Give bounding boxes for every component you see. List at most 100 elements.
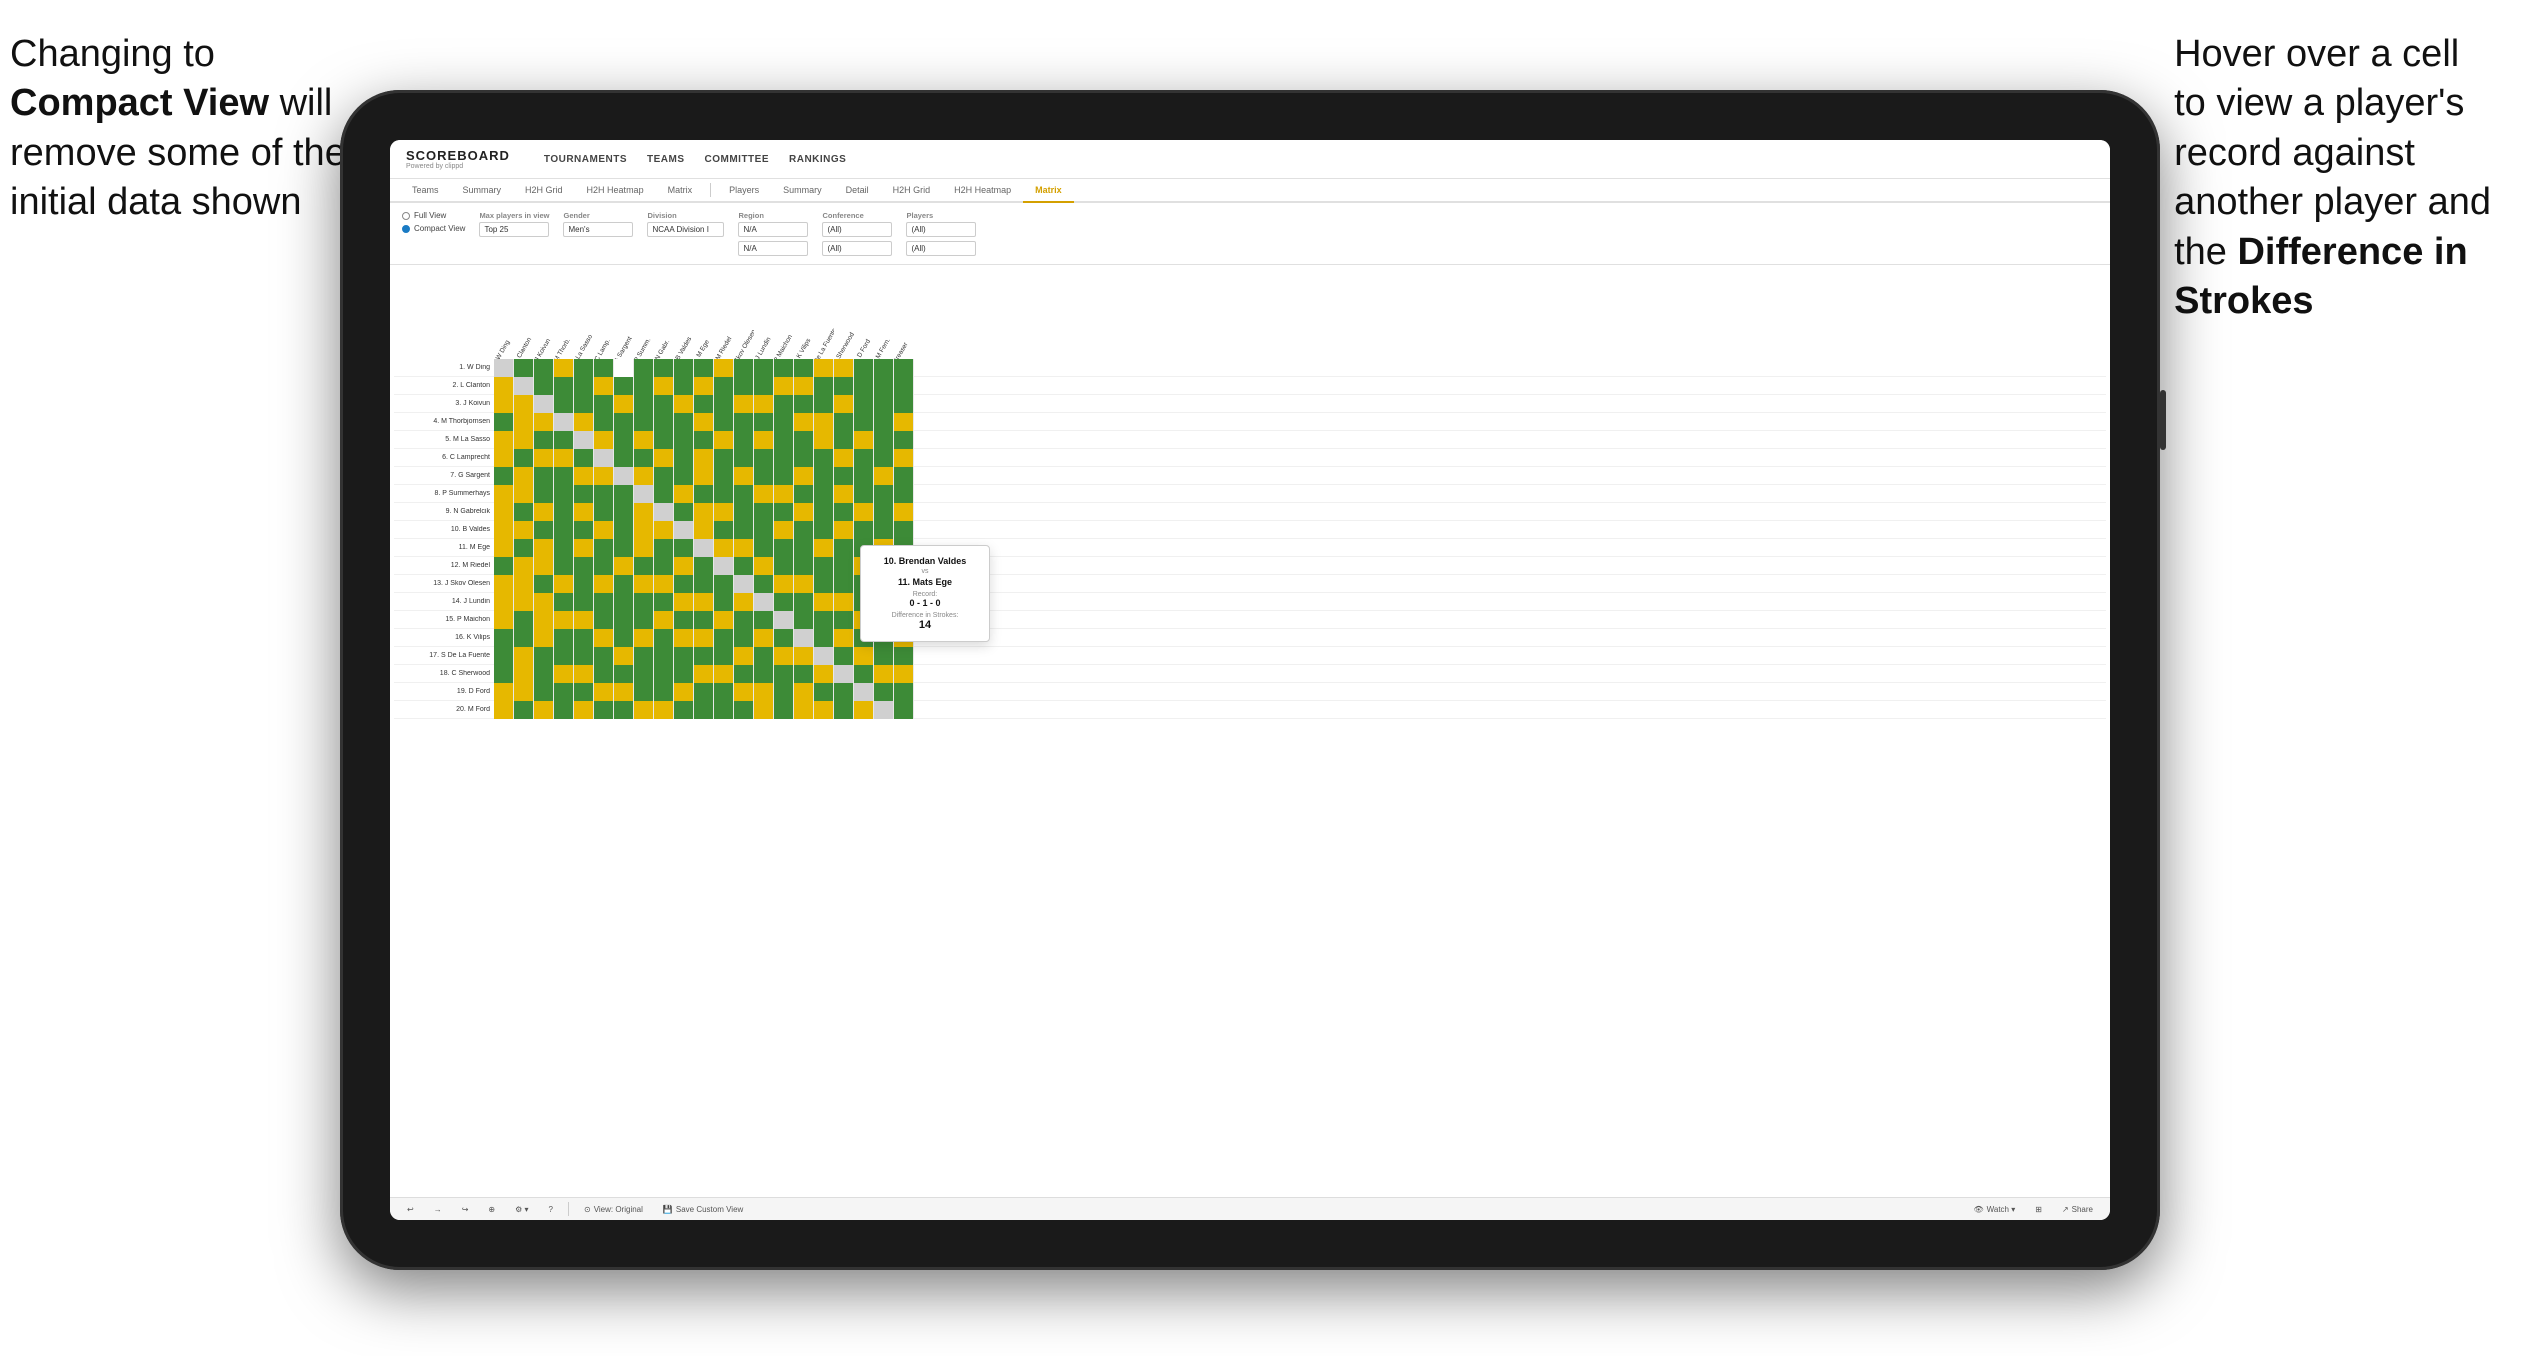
matrix-cell[interactable]: [854, 431, 874, 449]
tab-summary1[interactable]: Summary: [451, 179, 514, 203]
matrix-cell[interactable]: [754, 593, 774, 611]
tab-h2h-heatmap2[interactable]: H2H Heatmap: [942, 179, 1023, 203]
matrix-cell[interactable]: [514, 683, 534, 701]
matrix-cell[interactable]: [634, 503, 654, 521]
matrix-cell[interactable]: [754, 485, 774, 503]
matrix-cell[interactable]: [714, 611, 734, 629]
matrix-cell[interactable]: [534, 683, 554, 701]
matrix-cell[interactable]: [854, 395, 874, 413]
matrix-cell[interactable]: [734, 611, 754, 629]
matrix-cell[interactable]: [594, 701, 614, 719]
matrix-cell[interactable]: [554, 395, 574, 413]
matrix-cell[interactable]: [634, 485, 654, 503]
matrix-cell[interactable]: [714, 485, 734, 503]
matrix-cell[interactable]: [674, 611, 694, 629]
undo-button[interactable]: ↩: [402, 1203, 419, 1216]
matrix-cell[interactable]: [574, 503, 594, 521]
watch-button[interactable]: 👁 Watch ▾: [1968, 1203, 2020, 1216]
matrix-cell[interactable]: [814, 395, 834, 413]
matrix-cell[interactable]: [574, 683, 594, 701]
matrix-cell[interactable]: [694, 557, 714, 575]
matrix-cell[interactable]: [574, 449, 594, 467]
matrix-cell[interactable]: [794, 593, 814, 611]
matrix-cell[interactable]: [574, 701, 594, 719]
matrix-cell[interactable]: [594, 593, 614, 611]
matrix-cell[interactable]: [534, 593, 554, 611]
matrix-cell[interactable]: [754, 611, 774, 629]
matrix-cell[interactable]: [834, 647, 854, 665]
matrix-cell[interactable]: [674, 485, 694, 503]
matrix-cell[interactable]: [834, 359, 854, 377]
nav-rankings[interactable]: RANKINGS: [789, 154, 846, 165]
view-original-button[interactable]: ⊙ View: Original: [579, 1203, 648, 1216]
matrix-cell[interactable]: [834, 629, 854, 647]
matrix-cell[interactable]: [614, 611, 634, 629]
matrix-cell[interactable]: [874, 359, 894, 377]
matrix-cell[interactable]: [594, 467, 614, 485]
matrix-cell[interactable]: [674, 701, 694, 719]
matrix-cell[interactable]: [554, 467, 574, 485]
matrix-cell[interactable]: [814, 575, 834, 593]
matrix-cell[interactable]: [654, 683, 674, 701]
matrix-area[interactable]: 1. W Ding2. L Clanton3. J Koivun4. M Tho…: [390, 265, 2110, 1197]
matrix-cell[interactable]: [814, 593, 834, 611]
tab-summary2[interactable]: Summary: [771, 179, 834, 203]
matrix-cell[interactable]: [894, 521, 914, 539]
matrix-cell[interactable]: [554, 449, 574, 467]
matrix-cell[interactable]: [774, 593, 794, 611]
matrix-cell[interactable]: [814, 449, 834, 467]
matrix-cell[interactable]: [834, 665, 854, 683]
matrix-cell[interactable]: [634, 647, 654, 665]
matrix-cell[interactable]: [754, 701, 774, 719]
matrix-cell[interactable]: [514, 431, 534, 449]
matrix-cell[interactable]: [834, 395, 854, 413]
matrix-cell[interactable]: [614, 431, 634, 449]
matrix-cell[interactable]: [814, 557, 834, 575]
matrix-cell[interactable]: [794, 485, 814, 503]
matrix-cell[interactable]: [714, 359, 734, 377]
matrix-cell[interactable]: [734, 701, 754, 719]
matrix-cell[interactable]: [594, 377, 614, 395]
matrix-cell[interactable]: [494, 611, 514, 629]
matrix-cell[interactable]: [714, 575, 734, 593]
matrix-cell[interactable]: [894, 503, 914, 521]
matrix-cell[interactable]: [514, 485, 534, 503]
matrix-cell[interactable]: [794, 539, 814, 557]
matrix-cell[interactable]: [734, 377, 754, 395]
matrix-cell[interactable]: [574, 359, 594, 377]
matrix-cell[interactable]: [894, 449, 914, 467]
matrix-cell[interactable]: [574, 665, 594, 683]
matrix-cell[interactable]: [854, 359, 874, 377]
matrix-cell[interactable]: [754, 665, 774, 683]
matrix-cell[interactable]: [674, 683, 694, 701]
matrix-cell[interactable]: [594, 503, 614, 521]
matrix-cell[interactable]: [874, 431, 894, 449]
matrix-cell[interactable]: [614, 449, 634, 467]
matrix-cell[interactable]: [514, 503, 534, 521]
matrix-cell[interactable]: [614, 647, 634, 665]
matrix-cell[interactable]: [674, 647, 694, 665]
matrix-cell[interactable]: [694, 503, 714, 521]
matrix-cell[interactable]: [634, 377, 654, 395]
matrix-cell[interactable]: [494, 575, 514, 593]
matrix-cell[interactable]: [754, 647, 774, 665]
matrix-cell[interactable]: [874, 503, 894, 521]
matrix-cell[interactable]: [754, 575, 774, 593]
matrix-cell[interactable]: [714, 503, 734, 521]
matrix-cell[interactable]: [614, 395, 634, 413]
region-select1[interactable]: N/A: [738, 222, 808, 237]
matrix-cell[interactable]: [654, 539, 674, 557]
matrix-cell[interactable]: [734, 521, 754, 539]
matrix-cell[interactable]: [834, 413, 854, 431]
matrix-cell[interactable]: [634, 701, 654, 719]
matrix-cell[interactable]: [714, 629, 734, 647]
matrix-cell[interactable]: [814, 521, 834, 539]
matrix-cell[interactable]: [574, 467, 594, 485]
matrix-cell[interactable]: [894, 377, 914, 395]
matrix-cell[interactable]: [634, 431, 654, 449]
matrix-cell[interactable]: [894, 413, 914, 431]
matrix-cell[interactable]: [674, 395, 694, 413]
matrix-cell[interactable]: [634, 557, 654, 575]
matrix-cell[interactable]: [774, 521, 794, 539]
matrix-cell[interactable]: [694, 683, 714, 701]
